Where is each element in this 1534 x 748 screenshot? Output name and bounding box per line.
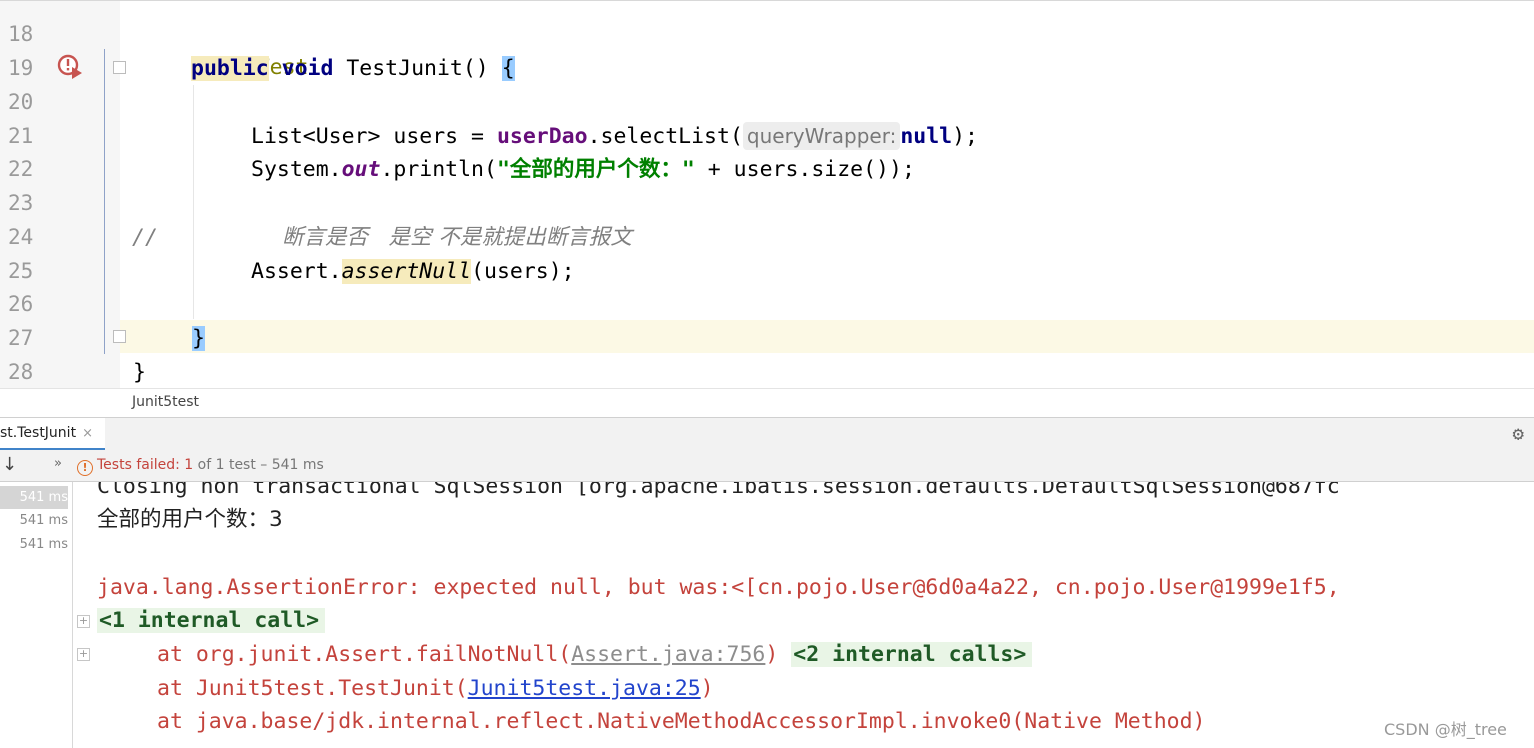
more-actions-icon[interactable]: » [54,456,62,471]
test-time-selected[interactable]: 541 ms [0,486,68,509]
breadcrumb: Junit5test [0,388,1534,417]
code-text: } [133,360,146,385]
line-number: 24 [8,225,34,249]
warning-icon: ! [77,460,93,476]
code-text: .println( [380,157,497,182]
code-text: ); [952,124,978,149]
code-text: + users.size()); [694,157,915,182]
code-line-27: } [192,322,205,355]
keyword-public: public [191,56,269,81]
console-output[interactable]: Closing non transactional SqlSession [or… [73,482,1534,748]
code-text: .selectList( [587,124,743,149]
tab-label: st.TestJunit [0,425,77,441]
static-field-out: out [341,157,381,182]
code-line-24: // 断言是否 是空 不是就提出断言报文 [132,221,632,254]
tab-run-config[interactable]: st.TestJunit × [0,418,105,450]
indent-guide [193,85,194,319]
method-signature: TestJunit() [333,56,502,81]
line-number: 27 [8,326,34,350]
code-line-21: List<User> users = userDao.selectList(qu… [251,120,978,153]
stack-text: at Junit5test.TestJunit( [157,676,468,701]
code-line-22: System.out.println("全部的用户个数：" + users.si… [251,153,915,186]
stack-text: ) [700,676,714,701]
stack-text: at org.junit.Assert.failNotNull( [157,642,572,667]
code-text: Assert. [251,259,342,284]
status-summary: of 1 test – 541 ms [193,457,324,473]
code-line-19: public void TestJunit() { [191,52,515,85]
current-line-highlight [120,320,1534,353]
watermark: CSDN @树_tree [1384,720,1507,739]
run-toolbar: ↓ » ! Tests failed: 1 of 1 test – 541 ms [0,450,1534,482]
error-line: java.lang.AssertionError: expected null,… [97,575,1340,600]
source-link[interactable]: Junit5test.java:25 [468,676,701,701]
string-literal: "全部的用户个数：" [496,157,695,182]
close-icon[interactable]: × [82,426,93,441]
line-number: 19 [8,56,34,80]
line-number: 21 [8,124,34,148]
code-line-28: } [133,356,146,388]
line-number: 22 [8,157,34,181]
arrow-down-icon[interactable]: ↓ [2,454,17,475]
method-assertnull: assertNull [341,259,472,284]
gutter-change-marker [104,49,105,354]
source-link[interactable]: Assert.java:756 [571,642,765,667]
test-time[interactable]: 541 ms [0,509,68,532]
stack-frame: at java.base/jdk.internal.reflect.Native… [157,709,1206,734]
code-line-18: @Test [192,18,309,80]
status-failed-count: 1 [184,457,194,473]
stack-frame: at Junit5test.TestJunit(Junit5test.java:… [157,672,714,706]
code-text: System. [251,157,342,182]
stack-frame: at org.junit.Assert.failNotNull(Assert.j… [157,638,1033,672]
code-text: (users); [471,259,575,284]
test-status: ! Tests failed: 1 of 1 test – 541 ms [77,457,324,476]
parameter-hint: queryWrapper: [742,122,901,150]
comment-text: 断言是否 是空 不是就提出断言报文 [282,225,632,250]
status-failed-text: Tests failed: 1 [97,457,193,473]
test-tree[interactable]: 541 ms 541 ms 541 ms [0,482,73,748]
test-time[interactable]: 541 ms [0,533,68,556]
line-number: 28 [8,360,34,384]
expand-icon[interactable]: + [77,648,90,661]
code-text: List<User> users = [251,124,497,149]
expand-icon[interactable]: + [77,615,90,628]
line-number: 25 [8,259,34,283]
open-brace-match: { [501,56,515,81]
keyword-void: void [281,56,334,81]
code-line-25: Assert.assertNull(users); [251,255,575,288]
console-line: 全部的用户个数：3 [97,507,283,532]
console-line: <1 internal call> [97,604,326,638]
fold-marker-icon[interactable] [113,61,126,74]
internal-calls-folded[interactable]: <2 internal calls> [791,642,1033,667]
run-test-failed-icon[interactable] [57,53,85,81]
stack-text: ) [765,642,779,667]
field-userdao: userDao [496,124,588,149]
fold-marker-icon[interactable] [113,330,126,343]
comment-slashes: // [132,225,158,250]
console-line: Closing non transactional SqlSession [or… [97,482,1340,499]
run-tab-bar: st.TestJunit × ⚙ [0,417,1534,450]
code-editor[interactable]: 18 19 20 21 22 23 24 25 26 27 28 @Test p… [0,0,1534,388]
line-number: 26 [8,292,34,316]
breadcrumb-class[interactable]: Junit5test [132,394,199,410]
status-prefix: Tests failed: [97,457,185,473]
gear-icon[interactable]: ⚙ [1513,423,1524,445]
keyword-null: null [900,124,953,149]
line-number: 20 [8,90,34,114]
line-number: 23 [8,191,34,215]
line-number: 18 [8,22,34,46]
internal-call-folded[interactable]: <1 internal call> [97,608,326,633]
close-brace-match: } [192,326,205,351]
